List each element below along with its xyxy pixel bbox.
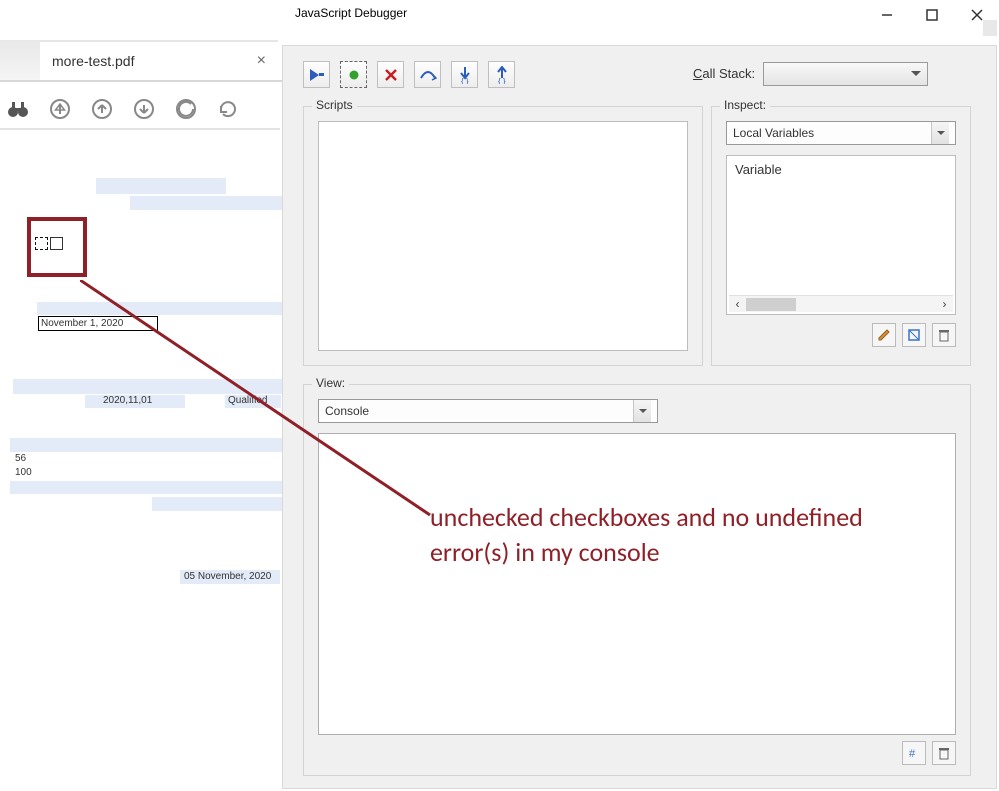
doc-footer-date: 05 November, 2020 xyxy=(184,572,271,582)
variables-hscrollbar[interactable]: ‹ › xyxy=(729,295,953,312)
window-title: JavaScript Debugger xyxy=(295,6,407,20)
inspect-scope-dropdown[interactable]: Local Variables xyxy=(726,121,956,145)
variables-list[interactable]: Variable ‹ › xyxy=(726,155,956,315)
svg-text:{ }: { } xyxy=(498,77,506,84)
scripts-group: Scripts xyxy=(303,106,703,366)
scripts-label: Scripts xyxy=(312,98,357,112)
doc-status-cell: Qualified xyxy=(228,396,267,406)
doc-highlight xyxy=(10,438,282,452)
doc-highlight xyxy=(96,178,226,194)
tab-separator xyxy=(0,80,282,82)
scroll-left-icon[interactable]: ‹ xyxy=(729,297,746,311)
circle-up-arrow-icon[interactable] xyxy=(47,96,73,122)
svg-text:#: # xyxy=(909,748,916,760)
step-into-button[interactable]: { } xyxy=(451,61,478,88)
document-tab[interactable]: more-test.pdf × xyxy=(40,40,278,80)
svg-text:{ }: { } xyxy=(461,77,469,84)
annotation-text: unchecked checkboxes and no undefined er… xyxy=(430,500,890,570)
continue-button[interactable] xyxy=(303,61,330,88)
variable-column-header: Variable xyxy=(727,156,955,183)
checkbox-group xyxy=(35,237,63,250)
scroll-thumb[interactable] xyxy=(746,298,796,311)
console-tool-icons: # xyxy=(902,741,956,765)
checkbox-2[interactable] xyxy=(50,237,63,250)
binoculars-icon[interactable] xyxy=(5,96,31,122)
inspect-scope-value: Local Variables xyxy=(733,126,814,140)
window-minimize-button[interactable] xyxy=(864,0,909,30)
doc-date-cell: 2020,11,01 xyxy=(103,396,152,406)
inspect-label: Inspect: xyxy=(720,98,770,112)
debugger-panel: { } { } Call Stack: Scripts Inspect: Loc… xyxy=(282,45,997,789)
line-toggle-button[interactable]: # xyxy=(902,741,926,765)
window-maximize-button[interactable] xyxy=(909,0,954,30)
doc-highlight xyxy=(152,497,282,511)
date-field[interactable]: November 1, 2020 xyxy=(38,316,158,331)
inspect-group: Inspect: Local Variables Variable ‹ › xyxy=(711,106,971,366)
clear-console-button[interactable] xyxy=(932,741,956,765)
chevron-down-icon xyxy=(931,122,949,144)
call-stack-dropdown[interactable] xyxy=(763,62,928,86)
pdf-toolbar xyxy=(5,94,241,124)
view-label: View: xyxy=(312,376,349,390)
edit-variable-button[interactable] xyxy=(872,323,896,347)
arrow-down-small-icon[interactable] xyxy=(131,96,157,122)
doc-highlight xyxy=(10,481,282,494)
doc-highlight xyxy=(13,379,282,394)
doc-num-a: 56 xyxy=(15,454,26,464)
chevron-down-icon xyxy=(633,400,651,422)
tab-close-icon[interactable]: × xyxy=(257,52,266,70)
console-output[interactable] xyxy=(318,433,956,735)
tab-filename-label: more-test.pdf xyxy=(52,53,134,69)
view-selector-dropdown[interactable]: Console xyxy=(318,399,658,423)
step-over-button[interactable] xyxy=(414,61,441,88)
circle-left-arrow-icon[interactable] xyxy=(173,96,199,122)
doc-highlight xyxy=(37,302,282,315)
break-button[interactable] xyxy=(340,61,367,88)
debugger-toolbar: { } { } xyxy=(303,61,515,88)
step-out-button[interactable]: { } xyxy=(488,61,515,88)
doc-num-b: 100 xyxy=(15,468,32,478)
new-variable-button[interactable] xyxy=(902,323,926,347)
delete-variable-button[interactable] xyxy=(932,323,956,347)
scroll-right-icon[interactable]: › xyxy=(936,297,953,311)
call-stack-label: Call Stack: xyxy=(693,66,755,81)
doc-highlight xyxy=(130,196,282,210)
arrow-up-small-icon[interactable] xyxy=(89,96,115,122)
panel-close-icon[interactable] xyxy=(983,20,997,36)
checkbox-1[interactable] xyxy=(35,237,48,250)
inspect-tool-icons xyxy=(872,323,956,347)
stop-button[interactable] xyxy=(377,61,404,88)
view-group: View: Console # xyxy=(303,384,971,776)
refresh-icon[interactable] xyxy=(215,96,241,122)
scripts-list[interactable] xyxy=(318,121,688,351)
view-selector-value: Console xyxy=(325,404,369,418)
